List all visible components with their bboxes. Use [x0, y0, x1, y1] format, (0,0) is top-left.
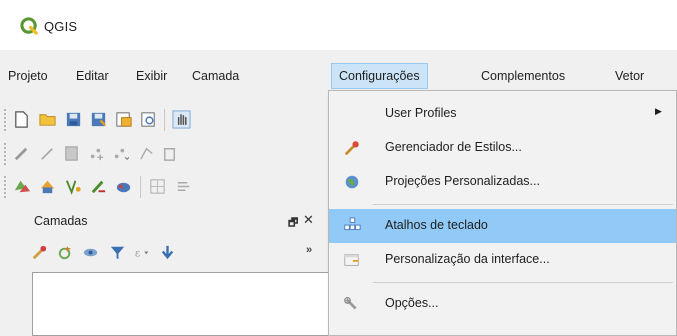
menu-item-interface-customization[interactable]: Personalização da interface...: [329, 243, 676, 277]
menu-item-custom-projections[interactable]: Projeções Personalizadas...: [329, 165, 676, 199]
submenu-arrow-icon: ▶: [655, 106, 662, 116]
menu-item-options[interactable]: Opções...: [329, 287, 676, 321]
mesh-layer-icon[interactable]: [148, 177, 167, 196]
menu-item-label: Personalização da interface...: [385, 252, 550, 266]
options-wrench-icon: [344, 296, 357, 310]
digitize-pencil-icon[interactable]: [12, 144, 31, 163]
close-icon[interactable]: ✕: [303, 212, 314, 228]
menu-complementos[interactable]: Complementos: [481, 64, 565, 88]
menu-item-label: Gerenciador de Estilos...: [385, 140, 522, 154]
delete-icon[interactable]: [160, 144, 179, 163]
layers-tree[interactable]: [32, 272, 344, 336]
toolbar-grip[interactable]: [4, 143, 7, 165]
menu-editar[interactable]: Editar: [76, 64, 109, 88]
layers-panel: Camadas 🗗 ✕ ε »: [16, 206, 344, 336]
add-layer-icon[interactable]: [38, 177, 57, 196]
layout-icon[interactable]: [114, 110, 133, 129]
menu-separator: [373, 282, 673, 283]
raster-layer-icon[interactable]: [89, 177, 108, 196]
menu-item-style-manager[interactable]: Gerenciador de Estilos...: [329, 131, 676, 165]
menu-item-label: Atalhos de teclado: [385, 218, 488, 232]
save-edits-icon[interactable]: [62, 144, 81, 163]
svg-text:ε: ε: [135, 247, 140, 259]
more-tools-button[interactable]: »: [306, 244, 312, 256]
new-project-icon[interactable]: [12, 110, 31, 129]
data-source-manager-icon[interactable]: [12, 177, 31, 196]
float-panel-icon[interactable]: 🗗: [288, 214, 298, 233]
node-tool-icon[interactable]: [137, 144, 156, 163]
expand-all-icon[interactable]: [158, 243, 177, 262]
project-toolbar: [0, 103, 330, 137]
title-bar: QGIS: [0, 0, 677, 50]
menu-item-user-profiles[interactable]: User Profiles ▶: [329, 97, 676, 131]
settings-menu-dropdown: User Profiles ▶ Gerenciador de Estilos..…: [328, 90, 677, 336]
qgis-logo-icon: [20, 17, 38, 35]
add-feature-icon[interactable]: [86, 144, 105, 163]
layers-panel-header: Camadas 🗗 ✕: [16, 206, 336, 236]
save-as-icon[interactable]: [89, 110, 108, 129]
filter-icon[interactable]: [108, 243, 127, 262]
open-folder-icon[interactable]: [38, 110, 57, 129]
globe-projection-icon: [345, 175, 359, 189]
menu-item-label: Opções...: [385, 296, 439, 310]
menu-exibir[interactable]: Exibir: [136, 64, 167, 88]
menu-camada[interactable]: Camada: [192, 64, 239, 88]
menu-vetor[interactable]: Vetor: [615, 64, 644, 88]
toolbar-separator: [164, 109, 165, 131]
toolbar-grip[interactable]: [4, 109, 7, 131]
menu-separator: [373, 204, 673, 205]
visibility-eye-icon[interactable]: [82, 243, 101, 262]
vector-layer-icon[interactable]: [64, 177, 83, 196]
edit-line-icon[interactable]: [38, 144, 57, 163]
layers-panel-toolbar: ε »: [16, 236, 336, 268]
pan-hand-icon[interactable]: [172, 110, 191, 129]
menu-item-label: User Profiles: [385, 106, 457, 120]
keyboard-shortcuts-icon: [344, 217, 361, 231]
toolbar-separator: [140, 176, 141, 198]
style-manager-brush-icon: [344, 141, 359, 156]
panel-title: Camadas: [34, 214, 88, 228]
data-source-toolbar: [0, 170, 330, 204]
style-brush-icon[interactable]: [30, 243, 49, 262]
menu-item-label: Projeções Personalizadas...: [385, 174, 540, 188]
move-feature-icon[interactable]: [110, 144, 129, 163]
menu-projeto[interactable]: Projeto: [8, 64, 48, 88]
toolbar-grip[interactable]: [4, 176, 7, 198]
menu-configuracoes[interactable]: Configurações: [331, 63, 428, 89]
interface-customization-icon: [344, 254, 359, 266]
layout-manager-icon[interactable]: [139, 110, 158, 129]
virtual-layer-icon[interactable]: [114, 177, 133, 196]
attribute-icon[interactable]: [174, 177, 193, 196]
menu-item-keyboard-shortcuts[interactable]: Atalhos de teclado: [329, 209, 676, 243]
add-group-icon[interactable]: [56, 243, 75, 262]
app-title: QGIS: [44, 19, 78, 34]
digitizing-toolbar: [0, 137, 330, 171]
filter-expression-icon[interactable]: ε: [132, 243, 151, 262]
save-icon[interactable]: [64, 110, 83, 129]
